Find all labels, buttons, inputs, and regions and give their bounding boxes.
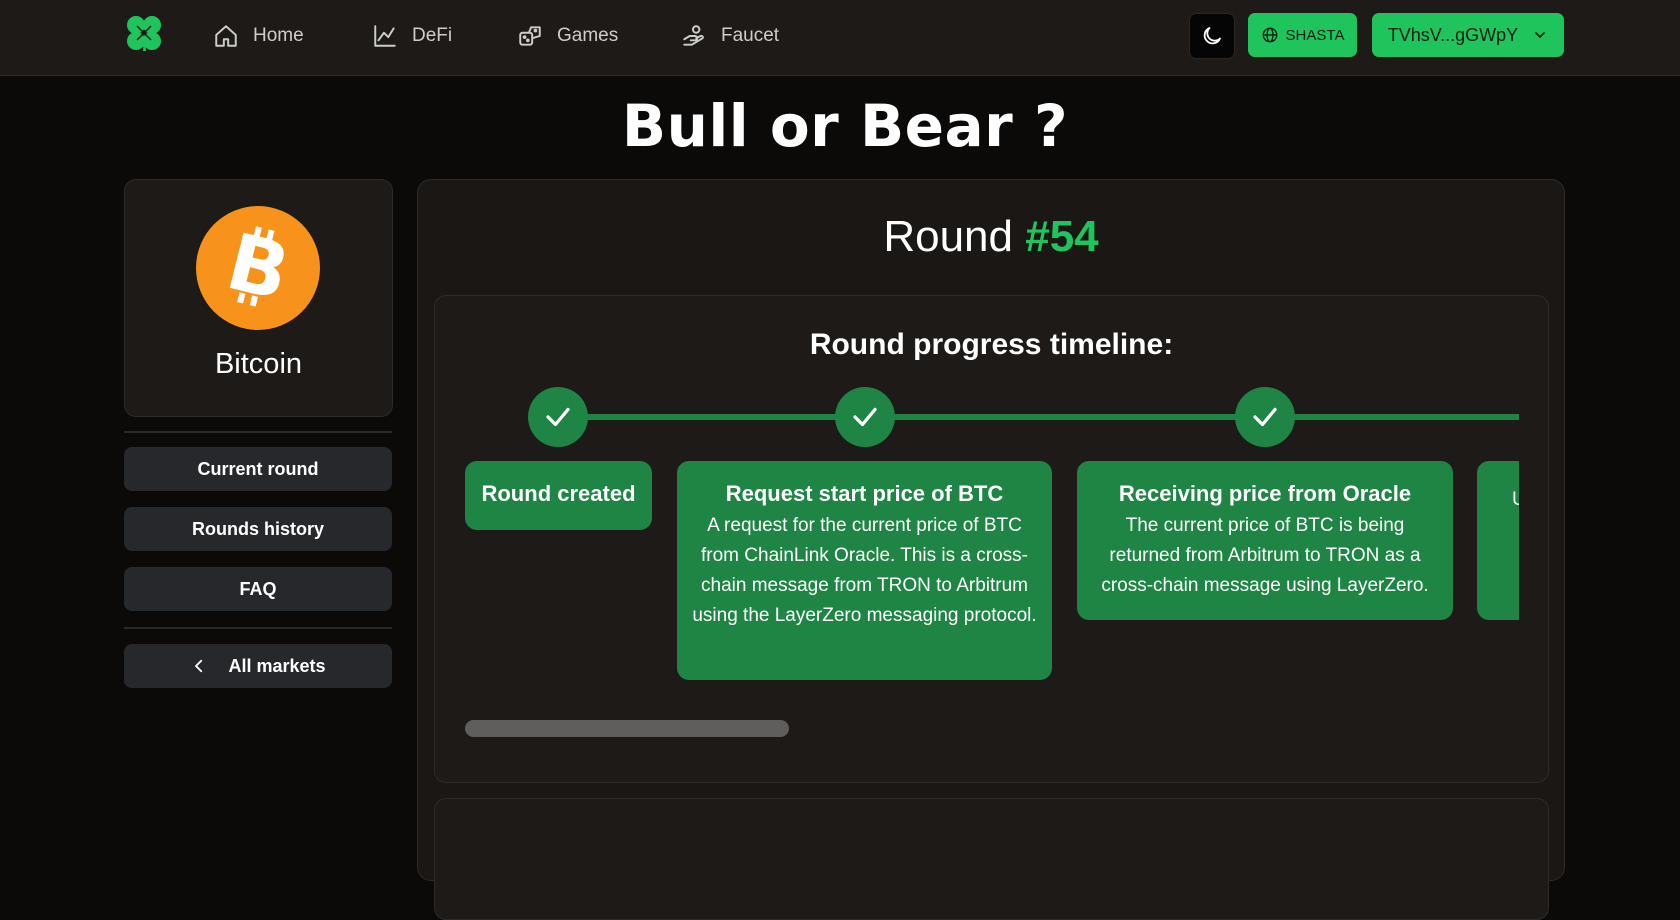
bitcoin-icon: B xyxy=(196,206,320,330)
nav-games-label: Games xyxy=(557,25,619,46)
nav-games[interactable]: Games xyxy=(517,18,618,54)
nav-home-label: Home xyxy=(253,25,304,46)
network-button[interactable]: SHASTA xyxy=(1248,13,1357,57)
round-title: Round #54 xyxy=(418,212,1564,262)
nav-defi-label: DeFi xyxy=(412,25,453,46)
wallet-address: TVhsV...gGWpY xyxy=(1387,24,1519,45)
nav-defi[interactable]: DeFi xyxy=(372,18,452,54)
timeline-scroll-area[interactable]: Round created Request start price of BTC… xyxy=(465,296,1519,782)
round-panel: Round #54 Round progress timeline: Round… xyxy=(417,179,1565,920)
wallet-button[interactable]: TVhsV...gGWpY xyxy=(1372,13,1564,57)
step-description: A request for the current price of BTC f… xyxy=(692,515,1037,626)
all-markets-label: All markets xyxy=(228,655,326,676)
coin-name: Bitcoin xyxy=(214,348,303,380)
nav-faucet-label: Faucet xyxy=(721,25,780,46)
nav-home[interactable]: Home xyxy=(213,18,304,54)
timeline-step-card: Receiving price from Oracle The current … xyxy=(1077,461,1453,620)
step-complete-check-icon xyxy=(835,387,895,447)
chart-line-icon xyxy=(374,25,396,47)
home-icon xyxy=(215,25,237,47)
top-navbar: Home DeFi Games Faucet SHASTA TVhsV...gG… xyxy=(0,0,1680,76)
chevron-down-icon xyxy=(1535,32,1546,38)
step-complete-check-icon xyxy=(1235,387,1295,447)
timeline-line xyxy=(552,414,1519,420)
coin-card: B Bitcoin xyxy=(124,179,393,417)
nav-faucet[interactable]: Faucet xyxy=(681,18,779,54)
network-label: SHASTA xyxy=(1285,26,1345,44)
faq-label: FAQ xyxy=(239,578,277,599)
moon-icon xyxy=(1203,27,1221,45)
round-number: #54 xyxy=(1025,212,1099,261)
rounds-history-button[interactable]: Rounds history xyxy=(124,507,392,551)
step-title: Request start price of BTC xyxy=(725,481,1004,506)
step-description: The current price of BTC is being return… xyxy=(1101,515,1429,596)
current-round-label: Current round xyxy=(197,458,319,479)
round-label: Round xyxy=(883,212,1013,261)
rounds-history-label: Rounds history xyxy=(191,518,324,539)
step-complete-check-icon xyxy=(528,387,588,447)
step-title: Round created xyxy=(481,481,636,506)
page-title: Bull or Bear ? xyxy=(621,92,1069,160)
step-description: U xyxy=(1512,485,1519,515)
dice-icon xyxy=(519,26,541,46)
all-markets-button[interactable]: All markets xyxy=(124,644,392,688)
timeline-card: Round progress timeline: Round created R… xyxy=(434,295,1549,783)
timeline-step-card: U xyxy=(1477,461,1519,620)
faq-button[interactable]: FAQ xyxy=(124,567,392,611)
theme-toggle-button[interactable] xyxy=(1189,13,1235,59)
sidebar-divider xyxy=(124,431,392,433)
faucet-hand-icon xyxy=(683,25,704,46)
timeline-step-card: Round created xyxy=(465,461,652,530)
bottom-card xyxy=(434,798,1549,920)
globe-icon xyxy=(1262,27,1277,43)
clover-logo-icon[interactable] xyxy=(123,13,165,55)
chevron-left-icon xyxy=(195,659,203,673)
timeline-scrollbar[interactable] xyxy=(465,720,789,737)
sidebar-divider xyxy=(124,627,392,629)
step-title: Receiving price from Oracle xyxy=(1118,481,1412,506)
current-round-button[interactable]: Current round xyxy=(124,447,392,491)
timeline-step-card: Request start price of BTC A request for… xyxy=(677,461,1052,680)
